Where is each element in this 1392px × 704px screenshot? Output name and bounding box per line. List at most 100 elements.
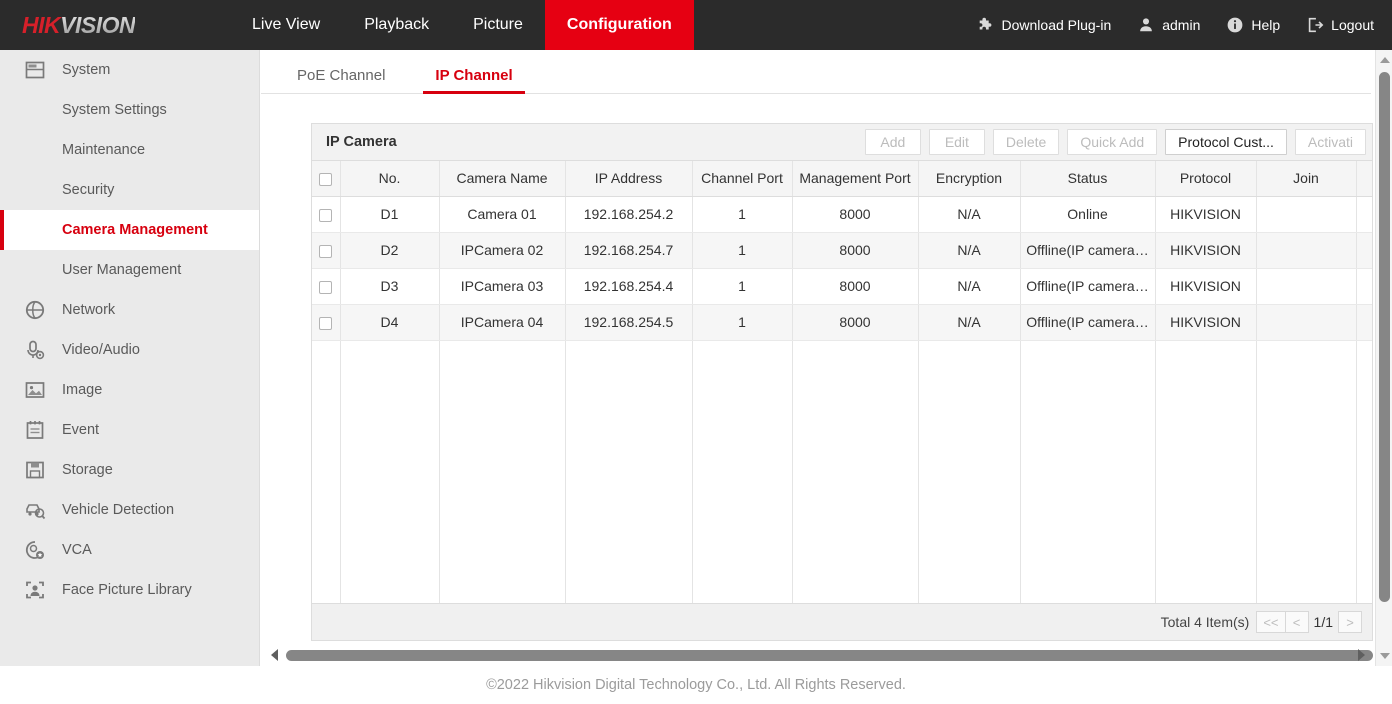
nav-item-configuration[interactable]: Configuration — [545, 0, 694, 50]
camera-table-scroll-area[interactable]: No. Camera Name IP Address Channel Port … — [312, 161, 1372, 604]
page-indicator: 1/1 — [1308, 611, 1339, 633]
filler-cell — [1256, 340, 1356, 604]
row-select-cell[interactable] — [312, 196, 340, 232]
column-header-encryption[interactable]: Encryption — [918, 161, 1020, 196]
sidebar-label-system: System — [62, 62, 110, 78]
delete-button[interactable]: Delete — [993, 129, 1059, 155]
cell-extra — [1356, 232, 1372, 268]
user-account-button[interactable]: admin — [1137, 16, 1200, 34]
row-select-cell[interactable] — [312, 304, 340, 340]
sidebar-label-storage: Storage — [62, 462, 113, 478]
sidebar-label-camera-management: Camera Management — [62, 222, 208, 238]
sidebar-item-user-management[interactable]: User Management — [0, 250, 259, 290]
header-tools: Download Plug-in admin Help Logout — [951, 0, 1392, 50]
cell-protocol: HIKVISION — [1155, 232, 1256, 268]
add-button[interactable]: Add — [865, 129, 921, 155]
download-plugin-label: Download Plug-in — [1002, 17, 1112, 33]
edit-button[interactable]: Edit — [929, 129, 985, 155]
column-header-management-port[interactable]: Management Port — [792, 161, 918, 196]
sidebar-label-image: Image — [62, 382, 102, 398]
cell-camera-name: Camera 01 — [439, 196, 565, 232]
sidebar-item-storage[interactable]: Storage — [0, 450, 259, 490]
sidebar-item-video-audio[interactable]: Video/Audio — [0, 330, 259, 370]
table-row[interactable]: D2 IPCamera 02 192.168.254.7 1 8000 N/A … — [312, 232, 1372, 268]
sidebar-item-system-settings[interactable]: System Settings — [0, 90, 259, 130]
sidebar-item-system[interactable]: System — [0, 50, 259, 90]
sidebar-item-vca[interactable]: VCA — [0, 530, 259, 570]
first-page-button[interactable]: << — [1256, 611, 1285, 633]
sidebar-label-network: Network — [62, 302, 115, 318]
sidebar-item-vehicle-detection[interactable]: Vehicle Detection — [0, 490, 259, 530]
row-select-cell[interactable] — [312, 232, 340, 268]
nav-item-live-view[interactable]: Live View — [230, 0, 342, 50]
sidebar-item-image[interactable]: Image — [0, 370, 259, 410]
next-page-button[interactable]: > — [1338, 611, 1362, 633]
table-row[interactable]: D4 IPCamera 04 192.168.254.5 1 8000 N/A … — [312, 304, 1372, 340]
sidebar-item-event[interactable]: Event — [0, 410, 259, 450]
column-header-camera-name[interactable]: Camera Name — [439, 161, 565, 196]
nav-item-playback[interactable]: Playback — [342, 0, 451, 50]
sidebar-item-maintenance[interactable]: Maintenance — [0, 130, 259, 170]
horizontal-scrollbar[interactable] — [261, 645, 1375, 666]
cell-status: Offline(IP camera… — [1020, 268, 1155, 304]
cell-camera-name: IPCamera 03 — [439, 268, 565, 304]
row-checkbox[interactable] — [319, 209, 332, 222]
sidebar-item-camera-management[interactable]: Camera Management — [0, 210, 259, 250]
protocol-customization-button[interactable]: Protocol Cust... — [1165, 129, 1287, 155]
cell-encryption: N/A — [918, 232, 1020, 268]
cell-join — [1256, 268, 1356, 304]
select-all-cell[interactable] — [312, 161, 340, 196]
scroll-down-arrow-icon[interactable] — [1380, 653, 1390, 659]
quick-add-button[interactable]: Quick Add — [1067, 129, 1157, 155]
column-header-no[interactable]: No. — [340, 161, 439, 196]
cell-protocol: HIKVISION — [1155, 304, 1256, 340]
cell-extra — [1356, 304, 1372, 340]
cell-channel-port: 1 — [692, 304, 792, 340]
table-header-row: No. Camera Name IP Address Channel Port … — [312, 161, 1372, 196]
table-row[interactable]: D3 IPCamera 03 192.168.254.4 1 8000 N/A … — [312, 268, 1372, 304]
scroll-up-arrow-icon[interactable] — [1380, 57, 1390, 63]
select-all-checkbox[interactable] — [319, 173, 332, 186]
plugin-icon — [977, 16, 995, 34]
cell-join — [1256, 196, 1356, 232]
cell-encryption: N/A — [918, 304, 1020, 340]
sidebar-item-face-picture-library[interactable]: Face Picture Library — [0, 570, 259, 610]
row-select-cell[interactable] — [312, 268, 340, 304]
cell-camera-name: IPCamera 04 — [439, 304, 565, 340]
column-header-protocol[interactable]: Protocol — [1155, 161, 1256, 196]
cell-join — [1256, 232, 1356, 268]
horizontal-scrollbar-thumb[interactable] — [286, 650, 1373, 661]
row-checkbox[interactable] — [319, 317, 332, 330]
vertical-scrollbar-thumb[interactable] — [1379, 72, 1390, 602]
help-button[interactable]: Help — [1226, 16, 1280, 34]
tab-ip-channel[interactable]: IP Channel — [423, 67, 524, 93]
scroll-right-arrow-icon[interactable] — [1358, 649, 1365, 661]
row-checkbox[interactable] — [319, 245, 332, 258]
scroll-left-arrow-icon[interactable] — [271, 649, 278, 661]
cell-protocol: HIKVISION — [1155, 268, 1256, 304]
sidebar-item-security[interactable]: Security — [0, 170, 259, 210]
prev-page-button[interactable]: < — [1285, 611, 1309, 633]
vertical-scrollbar[interactable] — [1375, 50, 1392, 666]
sidebar-item-network[interactable]: Network — [0, 290, 259, 330]
download-plugin-button[interactable]: Download Plug-in — [977, 16, 1112, 34]
filler-cell — [1020, 340, 1155, 604]
column-header-join[interactable]: Join — [1256, 161, 1356, 196]
column-header-ip-address[interactable]: IP Address — [565, 161, 692, 196]
cell-channel-port: 1 — [692, 196, 792, 232]
column-header-channel-port[interactable]: Channel Port — [692, 161, 792, 196]
cell-management-port: 8000 — [792, 196, 918, 232]
table-row[interactable]: D1 Camera 01 192.168.254.2 1 8000 N/A On… — [312, 196, 1372, 232]
tab-poe-channel[interactable]: PoE Channel — [285, 67, 397, 93]
left-sidebar: System System Settings Maintenance Secur… — [0, 50, 260, 666]
logo-vision-text: VISION — [60, 12, 135, 38]
cell-no: D2 — [340, 232, 439, 268]
column-header-status[interactable]: Status — [1020, 161, 1155, 196]
filler-cell — [340, 340, 439, 604]
cell-no: D3 — [340, 268, 439, 304]
activation-button[interactable]: Activati — [1295, 129, 1366, 155]
face-picture-icon — [24, 579, 46, 601]
row-checkbox[interactable] — [319, 281, 332, 294]
logout-button[interactable]: Logout — [1306, 16, 1374, 34]
nav-item-picture[interactable]: Picture — [451, 0, 545, 50]
